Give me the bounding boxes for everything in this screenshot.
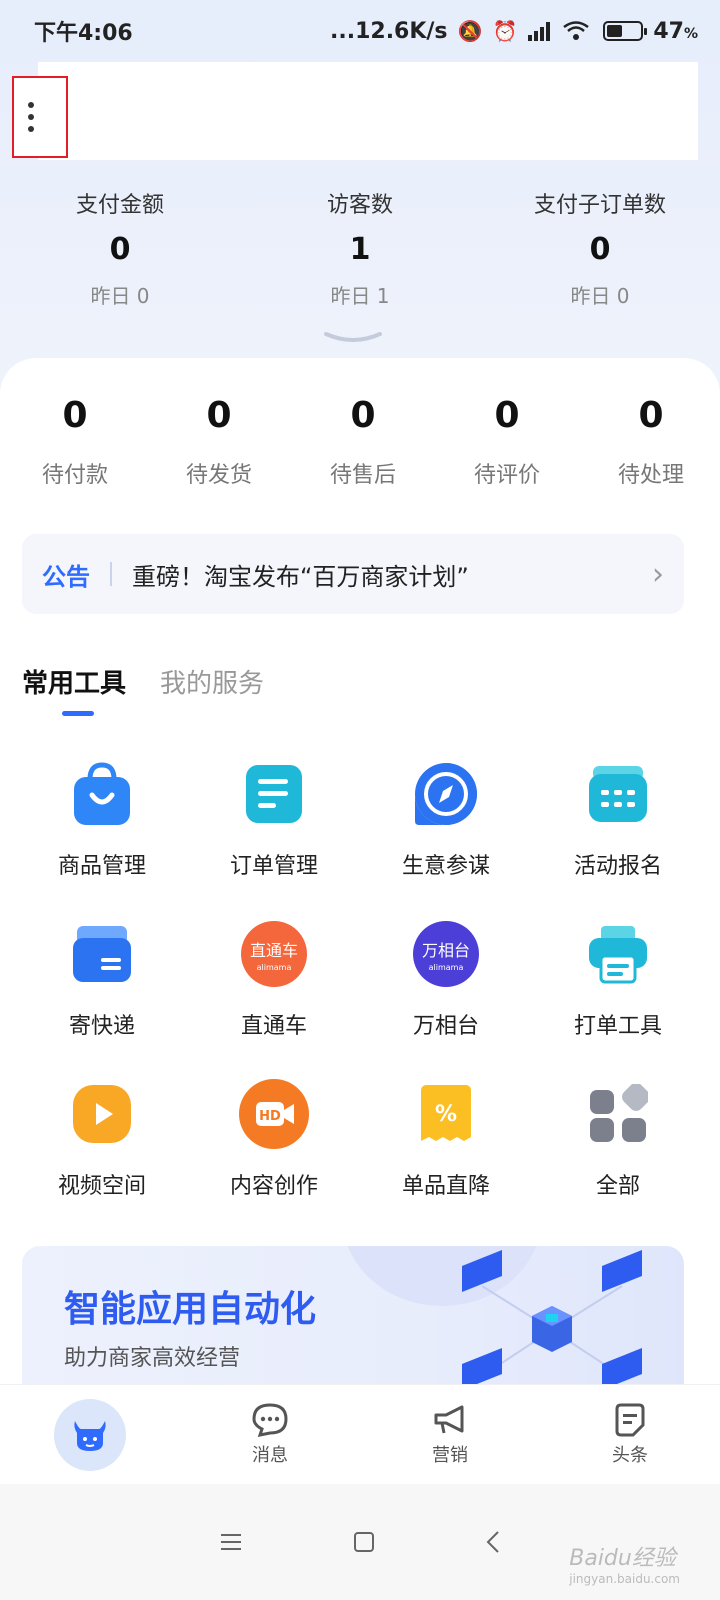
tool-event-signup[interactable]: 活动报名 (532, 754, 704, 914)
expand-chevron-icon[interactable] (324, 330, 382, 346)
niu-home-icon (54, 1398, 126, 1471)
stat-paid-suborders[interactable]: 支付子订单数 0 昨日 0 (480, 188, 720, 318)
network-illustration-icon (462, 1250, 642, 1386)
compass-icon (410, 758, 482, 830)
tab-my-services[interactable]: 我的服务 (160, 660, 264, 708)
system-nav-bar: Baidu经验 jingyan.baidu.com (0, 1484, 720, 1600)
baidu-watermark: Baidu经验 jingyan.baidu.com (569, 1546, 680, 1586)
status-time: 下午4:06 (34, 21, 133, 46)
more-dots-icon (28, 102, 34, 108)
shopping-bag-icon (66, 758, 138, 830)
chevron-right-icon: › (652, 556, 664, 592)
order-pending-payment[interactable]: 0 待付款 (0, 386, 144, 506)
announcement-bar[interactable]: 公告 重磅！淘宝发布“百万商家计划” › (22, 534, 684, 614)
back-arrow-icon[interactable] (485, 1530, 501, 1554)
wanxiangtai-logo-icon: 万相台 alimama (410, 918, 482, 990)
tool-product-management[interactable]: 商品管理 (16, 754, 188, 914)
message-bubble-icon (252, 1402, 288, 1437)
order-status-row: 0 待付款 0 待发货 0 待售后 0 待评价 0 待处理 (0, 386, 720, 506)
svg-text:%: % (435, 1102, 457, 1127)
tool-order-management[interactable]: 订单管理 (188, 754, 360, 914)
status-bar: 下午4:06 ...12.6K/s 🔕 ⏰ 47% (0, 0, 720, 62)
battery-icon (603, 21, 648, 41)
tool-content-creation[interactable]: HD 内容创作 (188, 1074, 360, 1234)
battery-percent: 47% (653, 18, 698, 44)
banner-title: 智能应用自动化 (64, 1289, 317, 1330)
headline-doc-icon (615, 1403, 645, 1436)
nav-marketing[interactable]: 营销 (360, 1385, 540, 1484)
order-pending-process[interactable]: 0 待处理 (576, 386, 720, 506)
announcement-tag: 公告 (42, 562, 90, 591)
printer-icon (582, 918, 654, 990)
megaphone-icon (434, 1405, 464, 1433)
order-pending-shipment[interactable]: 0 待发货 (144, 386, 288, 506)
stat-visitors[interactable]: 访客数 1 昨日 1 (240, 188, 480, 318)
tool-wanxiangtai[interactable]: 万相台 alimama 万相台 (360, 914, 532, 1074)
top-bar (38, 62, 698, 160)
video-play-icon (66, 1078, 138, 1150)
svg-text:alimama: alimama (257, 963, 292, 972)
nav-home[interactable] (0, 1385, 180, 1484)
svg-text:alimama: alimama (429, 963, 464, 972)
banner-subtitle: 助力商家高效经营 (64, 1346, 241, 1371)
automation-banner[interactable]: 智能应用自动化 助力商家高效经营 (22, 1246, 684, 1386)
recent-apps-icon[interactable] (219, 1531, 243, 1553)
tool-business-advisor[interactable]: 生意参谋 (360, 754, 532, 914)
tool-all[interactable]: 全部 (532, 1074, 704, 1234)
divider (110, 562, 112, 586)
tool-send-express[interactable]: 寄快递 (16, 914, 188, 1074)
network-speed: ...12.6K/s (330, 18, 448, 44)
order-pending-review[interactable]: 0 待评价 (432, 386, 576, 506)
home-square-icon[interactable] (353, 1531, 375, 1553)
main-card: 0 待付款 0 待发货 0 待售后 0 待评价 0 待处理 公告 重磅！淘宝发布“百万商家… (0, 358, 720, 1398)
tool-price-drop[interactable]: % 单品直降 (360, 1074, 532, 1234)
alarm-icon: ⏰ (492, 19, 518, 43)
calendar-icon (582, 758, 654, 830)
stats-summary: 支付金额 0 昨日 0 访客数 1 昨日 1 支付子订单数 0 昨日 0 (0, 188, 720, 318)
tool-zhitongche[interactable]: 直通车 alimama 直通车 (188, 914, 360, 1074)
nav-headlines[interactable]: 头条 (540, 1385, 720, 1484)
mute-bell-icon: 🔕 (457, 19, 483, 43)
wifi-icon (563, 21, 590, 40)
nav-messages[interactable]: 消息 (180, 1385, 360, 1484)
svg-text:HD: HD (259, 1109, 281, 1124)
status-icons: ...12.6K/s 🔕 ⏰ 47% (330, 19, 698, 44)
discount-ticket-icon: % (410, 1078, 482, 1150)
svg-text:万相台: 万相台 (422, 941, 470, 960)
order-list-icon (238, 758, 310, 830)
hd-camera-icon: HD (238, 1078, 310, 1150)
order-after-sales[interactable]: 0 待售后 (288, 386, 432, 506)
more-menu-button[interactable] (12, 76, 68, 158)
tool-print-orders[interactable]: 打单工具 (532, 914, 704, 1074)
tool-video-space[interactable]: 视频空间 (16, 1074, 188, 1234)
announcement-text: 重磅！淘宝发布“百万商家计划” (132, 562, 469, 591)
svg-text:直通车: 直通车 (250, 941, 298, 960)
tool-grid: 商品管理 订单管理 生意参谋 活动报名 寄快递 直通车 alimama 直通车 … (0, 754, 720, 1234)
all-apps-icon (582, 1078, 654, 1150)
stat-payment-amount[interactable]: 支付金额 0 昨日 0 (0, 188, 240, 318)
tool-tabs: 常用工具 我的服务 (22, 660, 264, 720)
zhitongche-logo-icon: 直通车 alimama (238, 918, 310, 990)
signal-icon (528, 22, 551, 41)
tab-common-tools[interactable]: 常用工具 (22, 660, 126, 716)
bottom-nav: 消息 营销 头条 (0, 1384, 720, 1484)
package-box-icon (66, 918, 138, 990)
